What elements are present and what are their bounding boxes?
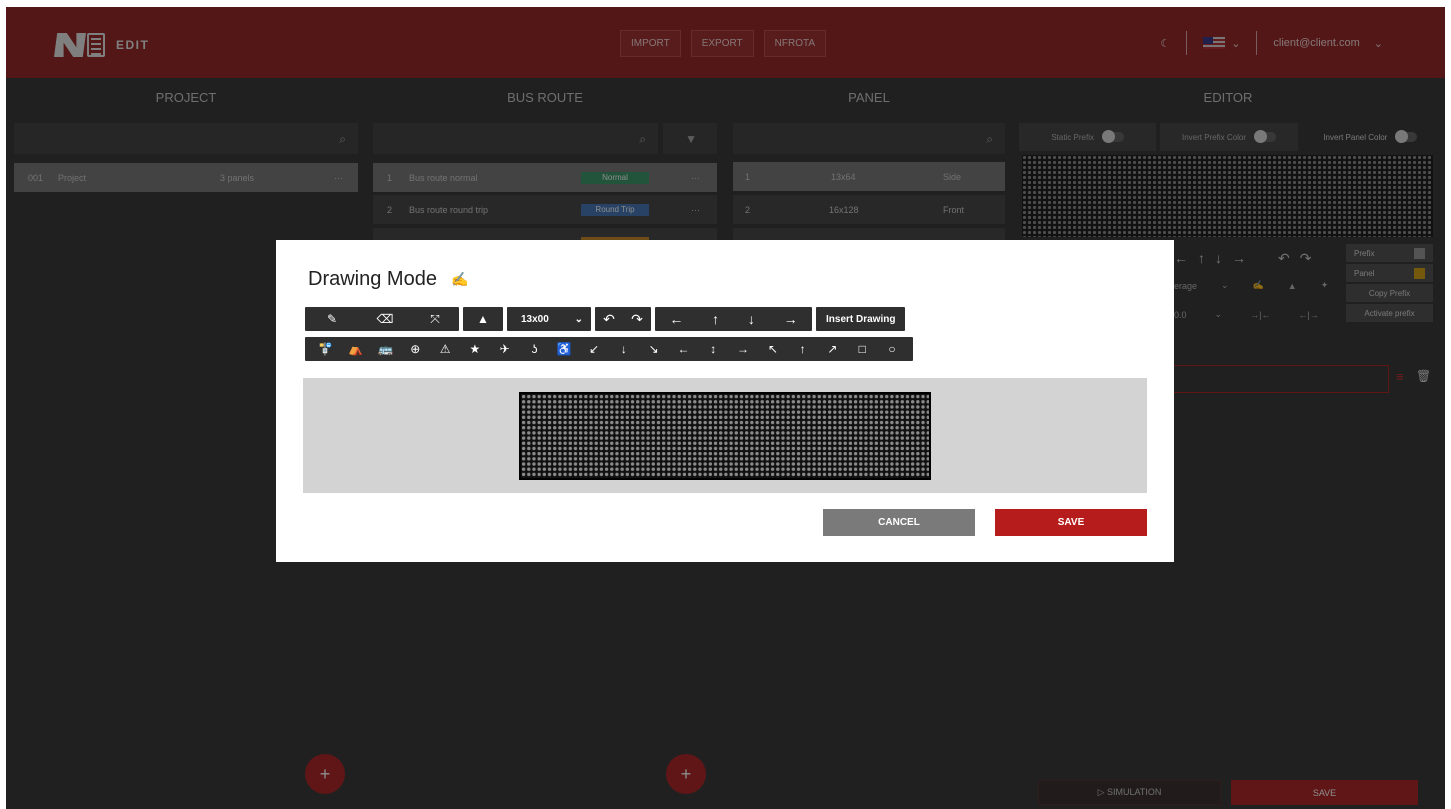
drawing-led-canvas[interactable] (519, 392, 931, 480)
arrow-down-icon[interactable]: ↓ (748, 311, 755, 327)
size-select[interactable]: 13x00 ⌄ (507, 307, 591, 331)
drawing-canvas-area (303, 378, 1147, 493)
arrow-right-icon[interactable]: → (731, 342, 755, 356)
arrow-left-icon[interactable]: ← (671, 342, 695, 356)
save-button[interactable]: SAVE (995, 509, 1147, 536)
tool-group: ▲ (463, 307, 503, 331)
warning-icon[interactable]: ⚠ (433, 342, 457, 356)
tree-icon[interactable]: ⛺ (344, 342, 368, 356)
arrow-up-right-icon[interactable]: ↗ (820, 342, 844, 356)
undo-icon[interactable]: ↶ (603, 311, 615, 328)
arrow-up-left-icon[interactable]: ↖ (761, 342, 785, 356)
tool-group: ✎ ⌫ ⤧ (305, 307, 459, 331)
redo-icon[interactable]: ↷ (631, 311, 643, 328)
drawing-mode-dialog: Drawing Mode ✍ ✎ ⌫ ⤧ ▲ 13x00 ⌄ ↶ ↷ ← ↑ ↓… (276, 240, 1174, 562)
eraser-icon[interactable]: ⌫ (359, 307, 411, 331)
plus-circle-icon[interactable]: ⊕ (403, 342, 427, 356)
arrow-down-left-icon[interactable]: ↙ (582, 342, 606, 356)
bus-stop-icon[interactable]: 🚏 (314, 342, 338, 356)
symbol-toolbar: 🚏 ⛺ 🚌 ⊕ ⚠ ★ ✈ ʖ ♿ ↙ ↓ ↘ ← ↕ → ↖ ↑ ↗ □ ○ (305, 337, 913, 361)
chevron-down-icon: ⌄ (574, 313, 583, 325)
elderly-icon[interactable]: ʖ (522, 342, 546, 356)
compress-icon[interactable]: ⤧ (411, 307, 459, 331)
arrow-up-icon[interactable]: ↑ (791, 342, 815, 356)
arrow-right-icon[interactable]: → (784, 311, 798, 327)
star-icon[interactable]: ★ (463, 342, 487, 356)
airplane-icon[interactable]: ✈ (493, 342, 517, 356)
dialog-title: Drawing Mode ✍ (308, 268, 468, 291)
fill-icon[interactable]: ▲ (463, 307, 503, 331)
dialog-title-text: Drawing Mode (308, 268, 437, 290)
symbol-group: 🚏 ⛺ 🚌 ⊕ ⚠ ★ ✈ ʖ ♿ ↙ ↓ ↘ ← ↕ → ↖ ↑ ↗ □ ○ (305, 337, 913, 361)
move-group: ← ↑ ↓ → (655, 307, 812, 331)
size-select-value: 13x00 (521, 313, 549, 325)
bus-icon[interactable]: 🚌 (373, 342, 397, 356)
insert-drawing-button[interactable]: Insert Drawing (816, 307, 906, 331)
cancel-button[interactable]: CANCEL (823, 509, 975, 536)
wheelchair-icon[interactable]: ♿ (552, 342, 576, 356)
history-group: ↶ ↷ (595, 307, 651, 331)
pencil-edit-icon: ✍ (450, 271, 469, 287)
arrow-up-down-icon[interactable]: ↕ (701, 342, 725, 356)
circle-icon[interactable]: ○ (880, 342, 904, 356)
square-icon[interactable]: □ (850, 342, 874, 356)
arrow-down-icon[interactable]: ↓ (612, 342, 636, 356)
arrow-up-icon[interactable]: ↑ (712, 311, 719, 327)
pencil-icon[interactable]: ✎ (305, 307, 359, 331)
arrow-down-right-icon[interactable]: ↘ (642, 342, 666, 356)
drawing-toolbar: ✎ ⌫ ⤧ ▲ 13x00 ⌄ ↶ ↷ ← ↑ ↓ → Insert Drawi… (305, 307, 906, 331)
arrow-left-icon[interactable]: ← (669, 311, 683, 327)
